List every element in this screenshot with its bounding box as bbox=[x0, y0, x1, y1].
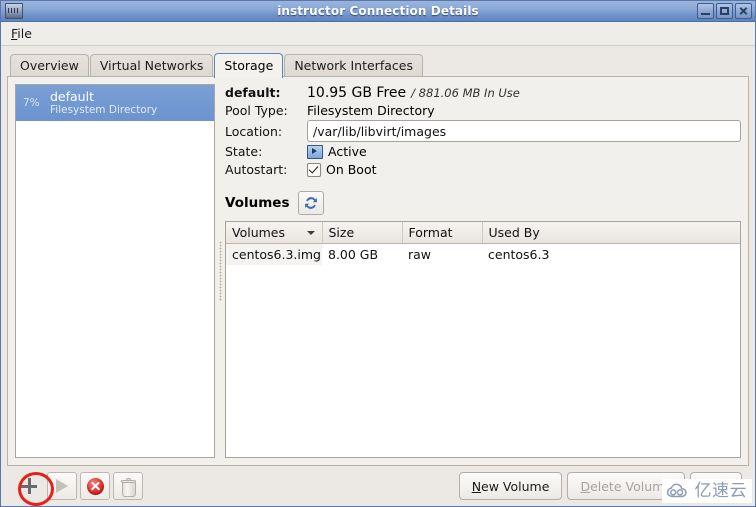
pool-item-name: default bbox=[50, 88, 94, 104]
cell-volume-size: 8.00 GB bbox=[328, 247, 379, 262]
window-title: instructor Connection Details bbox=[277, 4, 479, 18]
pool-detail-panel: default: 10.95 GB Free / 881.06 MB In Us… bbox=[225, 84, 741, 458]
column-header-used-by[interactable]: Used By bbox=[482, 222, 740, 244]
autostart-value-row[interactable]: On Boot bbox=[307, 161, 741, 178]
plus-icon bbox=[20, 477, 38, 495]
title-bar: instructor Connection Details bbox=[1, 1, 755, 22]
delete-pool-button bbox=[113, 472, 143, 500]
content-area: Overview Virtual Networks Storage Networ… bbox=[1, 46, 755, 506]
cell-volume-format: raw bbox=[408, 247, 432, 262]
add-pool-button[interactable] bbox=[14, 472, 44, 500]
autostart-checkbox[interactable] bbox=[307, 162, 321, 177]
active-monitor-icon bbox=[307, 144, 323, 159]
volumes-table-container[interactable]: Volumes Size Format Used By centos6.3.im… bbox=[225, 221, 741, 458]
state-value-row: Active bbox=[307, 143, 741, 160]
split-panes: 7% default Filesystem Directory default: bbox=[15, 84, 741, 458]
tab-storage[interactable]: Storage bbox=[214, 53, 284, 78]
autostart-value: On Boot bbox=[326, 162, 377, 177]
column-header-format[interactable]: Format bbox=[402, 222, 483, 244]
cell-volume-used-by: centos6.3 bbox=[488, 247, 550, 262]
tab-bar: Overview Virtual Networks Storage Networ… bbox=[7, 52, 749, 78]
window-controls bbox=[697, 3, 752, 19]
watermark: 亿速云 bbox=[661, 479, 752, 503]
pool-in-use: / 881.06 MB In Use bbox=[411, 85, 520, 100]
watermark-text: 亿速云 bbox=[694, 480, 747, 501]
autostart-label: Autostart: bbox=[225, 162, 301, 177]
new-volume-mnemonic: N bbox=[471, 478, 482, 494]
menu-file[interactable]: File bbox=[9, 24, 38, 43]
volumes-table-body: centos6.3.img 8.00 GB raw centos6.3 bbox=[226, 243, 740, 265]
delete-volume-mnemonic: D bbox=[580, 478, 591, 494]
delete-volume-label: elete Volume bbox=[590, 478, 672, 494]
cloud-icon bbox=[666, 482, 690, 500]
column-header-volumes[interactable]: Volumes bbox=[226, 222, 323, 244]
app-icon bbox=[5, 3, 23, 19]
volumes-title: Volumes bbox=[225, 195, 290, 211]
pool-list-item-default[interactable]: 7% default Filesystem Directory bbox=[16, 85, 214, 121]
menu-bar: File bbox=[1, 22, 755, 46]
tab-overview[interactable]: Overview bbox=[10, 54, 89, 77]
state-value: Active bbox=[328, 144, 367, 159]
location-label: Location: bbox=[225, 123, 283, 139]
new-volume-label: ew Volume bbox=[481, 478, 550, 494]
play-icon bbox=[56, 479, 68, 493]
cell-volume-name: centos6.3.img bbox=[226, 243, 322, 265]
volumes-table: Volumes Size Format Used By centos6.3.im… bbox=[226, 222, 740, 265]
refresh-icon bbox=[303, 195, 319, 211]
pool-capacity-row: 10.95 GB Free / 881.06 MB In Use bbox=[307, 84, 741, 101]
pool-item-type: Filesystem Directory bbox=[50, 104, 158, 117]
pool-item-text: default Filesystem Directory bbox=[50, 88, 158, 117]
volumes-header-row: Volumes Size Format Used By bbox=[226, 222, 740, 244]
volumes-table-head: Volumes Size Format Used By bbox=[226, 222, 740, 244]
window-frame: instructor Connection Details File Overv… bbox=[0, 0, 756, 507]
trash-icon bbox=[120, 477, 136, 497]
volumes-header: Volumes bbox=[225, 191, 741, 215]
column-header-size[interactable]: Size bbox=[322, 222, 403, 244]
minimize-button[interactable] bbox=[697, 3, 714, 19]
pool-type-label: Pool Type: bbox=[225, 103, 288, 118]
location-input[interactable] bbox=[307, 120, 741, 142]
pane-splitter[interactable] bbox=[215, 84, 225, 458]
stop-pool-button[interactable] bbox=[80, 472, 110, 500]
table-row[interactable]: centos6.3.img 8.00 GB raw centos6.3 bbox=[226, 243, 740, 265]
application-window: instructor Connection Details File Overv… bbox=[0, 0, 756, 507]
close-button[interactable] bbox=[735, 3, 752, 19]
pool-usage-percent: 7% bbox=[23, 97, 40, 109]
autostart-label-rest: utostart: bbox=[233, 162, 288, 177]
storage-pool-list[interactable]: 7% default Filesystem Directory bbox=[15, 84, 215, 458]
start-pool-button bbox=[47, 472, 77, 500]
pool-name-label: default: bbox=[225, 85, 281, 100]
autostart-mnemonic: A bbox=[225, 162, 234, 177]
column-header-volumes-label: Volumes bbox=[232, 225, 286, 240]
storage-tab-panel: 7% default Filesystem Directory default: bbox=[7, 76, 749, 466]
maximize-button[interactable] bbox=[716, 3, 733, 19]
stop-icon bbox=[86, 477, 104, 495]
refresh-volumes-button[interactable] bbox=[298, 191, 325, 215]
chevron-down-icon bbox=[306, 230, 315, 235]
bottom-toolbar: New Volume Delete Volume bbox=[7, 466, 749, 506]
new-volume-button[interactable]: New Volume bbox=[458, 472, 563, 500]
pool-free-space: 10.95 GB Free bbox=[307, 84, 407, 101]
state-label: State: bbox=[225, 144, 263, 159]
pool-actions-toolbar bbox=[14, 472, 143, 500]
tab-network-interfaces[interactable]: Network Interfaces bbox=[284, 54, 423, 77]
tab-virtual-networks[interactable]: Virtual Networks bbox=[89, 54, 214, 77]
menu-file-label: ile bbox=[17, 26, 32, 41]
pool-detail-fields: default: 10.95 GB Free / 881.06 MB In Us… bbox=[225, 84, 741, 178]
pool-type-value: Filesystem Directory bbox=[307, 103, 435, 118]
location-field-wrap bbox=[307, 120, 741, 142]
